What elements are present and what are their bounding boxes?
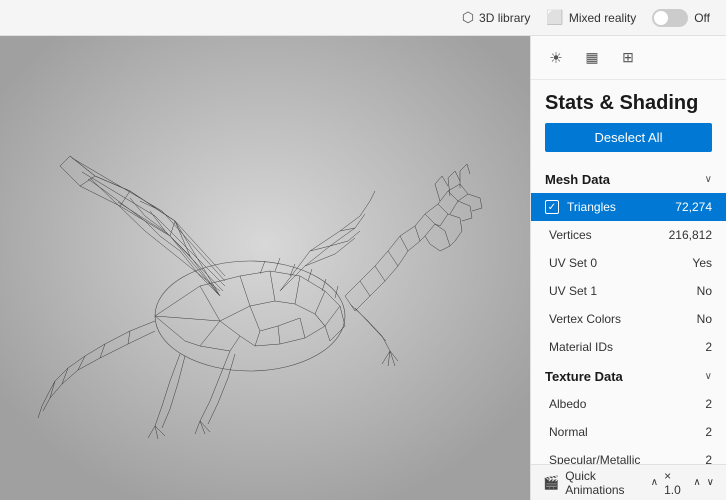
normal-label: Normal	[549, 425, 588, 439]
mixed-reality-icon: ⬜	[546, 9, 563, 26]
quick-animations-label: Quick Animations	[565, 469, 645, 497]
albedo-label: Albedo	[549, 397, 586, 411]
specular-value: 2	[705, 453, 712, 464]
uv-set-1-label: UV Set 1	[549, 284, 597, 298]
right-panel: ☀ ▦ ⊞ Stats & Shading Deselect All Mesh …	[530, 36, 726, 500]
mixed-reality-btn[interactable]: ⬜ Mixed reality	[546, 9, 636, 26]
specular-label: Specular/Metallic	[549, 453, 640, 464]
albedo-row: Albedo 2	[531, 390, 726, 418]
bottom-bar: 🎬 Quick Animations ∧ × 1.0 ∧ ∨	[531, 464, 726, 500]
toggle-container: Off	[652, 9, 710, 27]
3d-viewport[interactable]	[0, 36, 530, 500]
toggle-off-label: Off	[694, 11, 710, 25]
texture-data-chevron: ∨	[705, 371, 712, 382]
grid-icon: ▦	[585, 49, 598, 66]
uv-set-0-row: UV Set 0 Yes	[531, 249, 726, 277]
sun-icon: ☀	[549, 49, 562, 67]
main-content: ☀ ▦ ⊞ Stats & Shading Deselect All Mesh …	[0, 36, 726, 500]
quick-animations-chevron-up[interactable]: ∧	[651, 477, 658, 488]
uv-set-1-row: UV Set 1 No	[531, 277, 726, 305]
quick-animations-value: × 1.0	[664, 469, 687, 497]
texture-data-section-header[interactable]: Texture Data ∨	[531, 361, 726, 390]
uv-set-0-value: Yes	[692, 256, 712, 270]
3d-library-icon: ⬡	[462, 9, 474, 26]
vertex-colors-label: Vertex Colors	[549, 312, 621, 326]
value-chevron-up[interactable]: ∧	[693, 477, 700, 488]
top-bar: ⬡ 3D library ⬜ Mixed reality Off	[0, 0, 726, 36]
normal-value: 2	[705, 425, 712, 439]
triangles-checkbox: ✓	[545, 200, 559, 214]
triangles-value: 72,274	[675, 200, 712, 214]
sun-toolbar-btn[interactable]: ☀	[543, 45, 569, 71]
vertices-value: 216,812	[669, 228, 712, 242]
3d-library-btn[interactable]: ⬡ 3D library	[462, 9, 531, 26]
mesh-data-title: Mesh Data	[545, 172, 610, 187]
quick-animations-icon: 🎬	[543, 475, 559, 491]
panel-title: Stats & Shading	[531, 80, 726, 123]
material-ids-value: 2	[705, 340, 712, 354]
specular-row: Specular/Metallic 2	[531, 446, 726, 464]
mixed-reality-toggle[interactable]	[652, 9, 688, 27]
panel-toolbar: ☀ ▦ ⊞	[531, 36, 726, 80]
texture-data-title: Texture Data	[545, 369, 623, 384]
vertices-row: Vertices 216,812	[531, 221, 726, 249]
value-chevron-down[interactable]: ∨	[707, 477, 714, 488]
mixed-reality-label: Mixed reality	[569, 11, 636, 25]
dragon-container	[0, 36, 530, 500]
mesh-data-section-header[interactable]: Mesh Data ∨	[531, 164, 726, 193]
vertex-colors-value: No	[697, 312, 712, 326]
uv-set-1-value: No	[697, 284, 712, 298]
dragon-svg	[0, 36, 530, 500]
3d-library-label: 3D library	[479, 11, 530, 25]
deselect-all-button[interactable]: Deselect All	[545, 123, 712, 152]
mesh-data-chevron: ∨	[705, 174, 712, 185]
panel-content: Stats & Shading Deselect All Mesh Data ∨…	[531, 80, 726, 464]
material-ids-row: Material IDs 2	[531, 333, 726, 361]
uv-set-0-label: UV Set 0	[549, 256, 597, 270]
vertices-label: Vertices	[549, 228, 592, 242]
normal-row: Normal 2	[531, 418, 726, 446]
grid2-icon: ⊞	[622, 49, 634, 66]
albedo-value: 2	[705, 397, 712, 411]
material-ids-label: Material IDs	[549, 340, 613, 354]
triangles-label: Triangles	[567, 200, 616, 214]
triangles-row[interactable]: ✓ Triangles 72,274	[531, 193, 726, 221]
toggle-knob	[654, 11, 668, 25]
grid2-toolbar-btn[interactable]: ⊞	[615, 45, 641, 71]
grid-toolbar-btn[interactable]: ▦	[579, 45, 605, 71]
vertex-colors-row: Vertex Colors No	[531, 305, 726, 333]
triangles-row-left: ✓ Triangles	[545, 200, 616, 214]
